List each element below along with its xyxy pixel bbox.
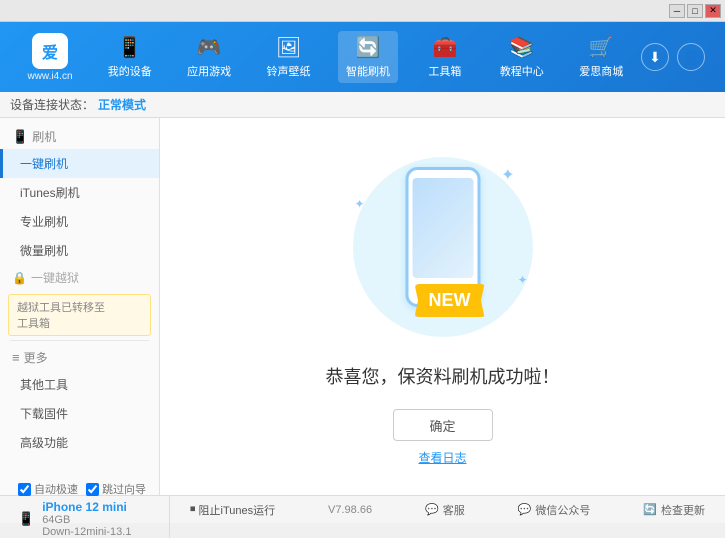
skip-wizard-checkbox[interactable]: 跳过向导 [86,481,146,497]
nav-apps[interactable]: 🎮 应用游戏 [179,31,239,83]
window-controls: ─ □ ✕ [669,4,721,18]
new-badge: NEW [415,284,485,317]
sidebar-item-other-tools[interactable]: 其他工具 [0,370,159,399]
nav-wallpaper[interactable]: 🖼 铃声壁纸 [259,31,319,83]
sidebar: 📱 刷机 一键刷机 iTunes刷机 专业刷机 微量刷机 🔒 一键越狱 越狱工具… [0,118,160,495]
stop-itunes-label: 阻止iTunes运行 [199,502,276,518]
flash-section-icon: 📱 [12,129,28,145]
sidebar-item-pro-flash[interactable]: 专业刷机 [0,207,159,236]
skip-wizard-input[interactable] [86,483,99,496]
service-label: 客服 [443,502,465,518]
wechat-label: 微信公众号 [535,502,590,518]
sidebar-section-more: ≡ 更多 [0,345,159,370]
wallpaper-label: 铃声壁纸 [267,63,311,79]
apps-label: 应用游戏 [187,63,231,79]
store-icon: 🛒 [589,35,614,60]
status-value: 正常模式 [98,96,146,113]
version-text: V7.98.66 [328,504,372,516]
device-phone-icon: 📱 [18,511,34,527]
status-label: 设备连接状态： [10,96,94,113]
bottom-bar: 自动极速 跳过向导 📱 iPhone 12 mini 64GB Down-12m… [0,495,725,523]
auto-speed-label: 自动极速 [34,481,78,497]
my-device-label: 我的设备 [108,63,152,79]
sidebar-item-itunes-flash[interactable]: iTunes刷机 [0,178,159,207]
tools-icon: 🧰 [432,35,457,60]
smart-flash-label: 智能刷机 [346,63,390,79]
auto-speed-input[interactable] [18,483,31,496]
logo-icon: 爱 [32,33,68,69]
success-message: 恭喜您，保资料刷机成功啦！ [326,363,560,389]
tools-label: 工具箱 [428,63,461,79]
lock-icon: 🔒 [12,271,27,285]
confirm-button[interactable]: 确定 [393,409,493,441]
sidebar-item-download-firmware[interactable]: 下载固件 [0,399,159,428]
jailbreak-label: 一键越狱 [31,269,79,286]
stop-icon: ⏹ [190,503,196,516]
more-section-label: 更多 [24,349,48,366]
sparkle-icon-2: ✦ [355,197,365,211]
device-storage: 64GB [42,514,131,526]
update-icon: 🔄 [643,503,657,516]
device-name: iPhone 12 mini [42,500,131,514]
device-row: 📱 iPhone 12 mini 64GB Down-12mini-13.1 [18,500,146,538]
sidebar-item-onekey-flash[interactable]: 一键刷机 [0,149,159,178]
main-layout: 📱 刷机 一键刷机 iTunes刷机 专业刷机 微量刷机 🔒 一键越狱 越狱工具… [0,118,725,495]
sidebar-section-flash: 📱 刷机 [0,124,159,149]
maximize-button[interactable]: □ [687,4,703,18]
title-bar: ─ □ ✕ [0,0,725,22]
nav-bar: 📱 我的设备 🎮 应用游戏 🖼 铃声壁纸 🔄 智能刷机 🧰 工具箱 📚 教程中心… [90,31,641,83]
logo-url: www.i4.cn [27,71,72,82]
more-section-icon: ≡ [12,350,20,365]
content-area: NEW ✦ ✦ ✦ 恭喜您，保资料刷机成功啦！ 确定 查看日志 [160,118,725,495]
nav-smart-flash[interactable]: 🔄 智能刷机 [338,31,398,83]
wallpaper-icon: 🖼 [276,35,301,60]
store-label: 爱思商城 [579,63,623,79]
sidebar-divider [10,340,149,341]
sidebar-jailbreak-note: 越狱工具已转移至工具箱 [8,294,151,336]
minimize-button[interactable]: ─ [669,4,685,18]
nav-tutorial[interactable]: 📚 教程中心 [492,31,552,83]
apps-icon: 🎮 [197,35,222,60]
smart-flash-icon: 🔄 [356,35,381,60]
auto-speed-checkbox[interactable]: 自动极速 [18,481,78,497]
stop-itunes-button[interactable]: ⏹ 阻止iTunes运行 [190,502,275,518]
sidebar-item-advanced[interactable]: 高级功能 [0,428,159,457]
bottom-left-section: 自动极速 跳过向导 📱 iPhone 12 mini 64GB Down-12m… [10,481,170,538]
service-button[interactable]: 💬 客服 [425,502,465,518]
close-button[interactable]: ✕ [705,4,721,18]
update-label: 检查更新 [661,502,705,518]
sidebar-item-jailbreak-disabled: 🔒 一键越狱 [0,265,159,290]
tutorial-icon: 📚 [509,35,534,60]
flash-section-label: 刷机 [32,128,56,145]
user-button[interactable]: 👤 [677,43,705,71]
update-button[interactable]: 🔄 检查更新 [643,502,705,518]
skip-wizard-label: 跳过向导 [102,481,146,497]
sparkle-icon-3: ✦ [517,273,527,287]
tutorial-label: 教程中心 [500,63,544,79]
bottom-right-section: ⏹ 阻止iTunes运行 V7.98.66 💬 客服 💬 微信公众号 🔄 检查更… [170,502,715,518]
device-info: iPhone 12 mini 64GB Down-12mini-13.1 [42,500,131,538]
nav-store[interactable]: 🛒 爱思商城 [571,31,631,83]
download-button[interactable]: ⬇ [641,43,669,71]
my-device-icon: 📱 [117,35,142,60]
header: 爱 www.i4.cn 📱 我的设备 🎮 应用游戏 🖼 铃声壁纸 🔄 智能刷机 … [0,22,725,92]
logo[interactable]: 爱 www.i4.cn [10,33,90,82]
phone-screen [412,178,473,278]
sidebar-item-micro-flash[interactable]: 微量刷机 [0,236,159,265]
wechat-icon: 💬 [518,503,532,516]
nav-my-device[interactable]: 📱 我的设备 [100,31,160,83]
status-bar: 设备连接状态： 正常模式 [0,92,725,118]
phone-illustration: NEW ✦ ✦ ✦ [343,147,543,347]
header-right: ⬇ 👤 [641,43,715,71]
device-os: Down-12mini-13.1 [42,526,131,538]
log-link[interactable]: 查看日志 [418,449,466,466]
nav-tools[interactable]: 🧰 工具箱 [417,31,472,83]
sparkle-icon-1: ✦ [501,165,514,185]
service-icon: 💬 [425,503,439,516]
wechat-button[interactable]: 💬 微信公众号 [518,502,591,518]
